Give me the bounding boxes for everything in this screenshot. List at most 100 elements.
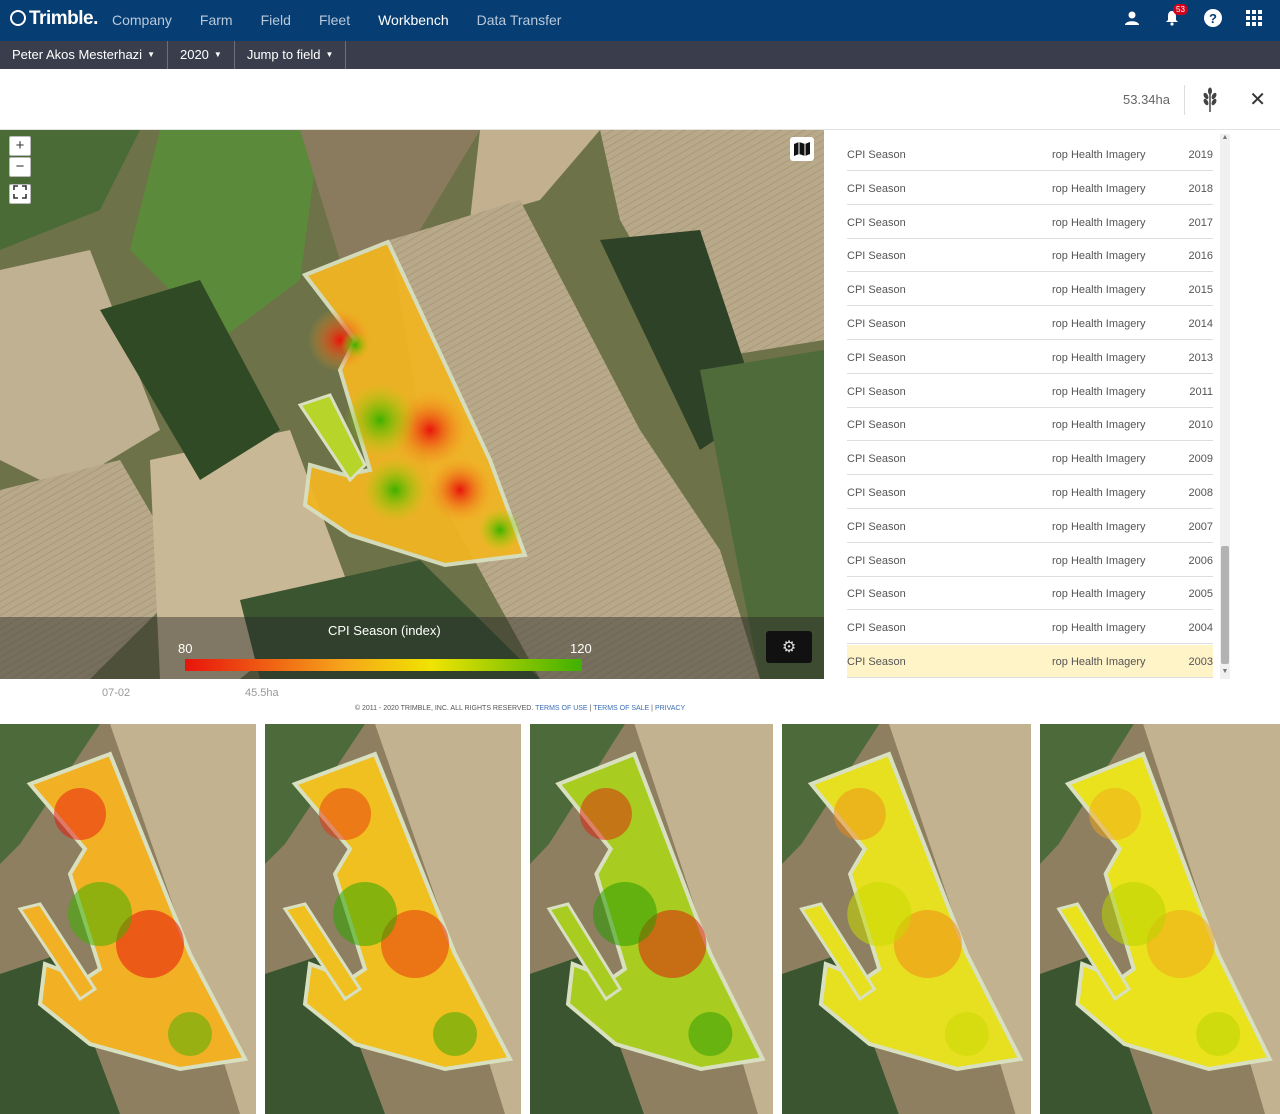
nav-company[interactable]: Company — [112, 0, 172, 41]
layer-year: 2007 — [1188, 520, 1213, 533]
scrollbar[interactable]: ▲ ▼ — [1220, 134, 1230, 679]
map-layers-button[interactable] — [790, 137, 814, 161]
year-dropdown-label: 2020 — [179, 47, 209, 62]
layer-year: 2004 — [1188, 622, 1213, 635]
notification-badge: 53 — [1173, 4, 1188, 15]
terms-of-use-link[interactable]: TERMS OF USE — [535, 705, 588, 712]
layer-type: rop Health Imagery — [1052, 419, 1146, 432]
scroll-up-icon[interactable]: ▲ — [1220, 134, 1230, 144]
nav-field[interactable]: Field — [261, 0, 291, 41]
caret-down-icon: ▼ — [325, 50, 334, 59]
scrollbar-thumb[interactable] — [1221, 546, 1229, 664]
layer-row[interactable]: CPI Season rop Health Imagery 2010 — [847, 408, 1213, 442]
context-bar: Peter Akos Mesterhazi ▼ 2020 ▼ Jump to fie… — [0, 41, 1280, 69]
layer-year: 2010 — [1188, 419, 1213, 432]
zoom-out-button[interactable]: − — [9, 157, 31, 177]
thumbnail-4 — [782, 724, 1031, 1114]
layer-row[interactable]: CPI Season rop Health Imagery 2018 — [847, 172, 1213, 205]
user-dropdown-label: Peter Akos Mesterhazi — [12, 47, 143, 62]
nav-fleet[interactable]: Fleet — [319, 0, 350, 41]
main-nav: Company Farm Field Fleet Workbench Data … — [112, 0, 589, 41]
fullscreen-button[interactable] — [9, 184, 31, 204]
layer-type: rop Health Imagery — [1052, 588, 1146, 601]
zoom-in-button[interactable]: + — [9, 136, 31, 156]
fullscreen-icon — [13, 185, 27, 199]
help-icon[interactable]: ? — [1204, 9, 1222, 32]
layer-name: CPI Season — [847, 250, 906, 263]
svg-text:?: ? — [1209, 11, 1217, 26]
layer-row[interactable]: CPI Season rop Health Imagery 2003 — [847, 645, 1213, 678]
layer-name: CPI Season — [847, 622, 906, 635]
layer-name: CPI Season — [847, 487, 906, 499]
field-area: 53.34ha — [1123, 92, 1170, 107]
layer-row[interactable]: CPI Season rop Health Imagery 2015 — [847, 273, 1213, 307]
layer-year: 2011 — [1189, 385, 1213, 398]
layer-year: 2008 — [1188, 487, 1213, 499]
layer-row[interactable]: CPI Season rop Health Imagery 2013 — [847, 341, 1213, 374]
layer-row[interactable]: CPI Season rop Health Imagery 2004 — [847, 611, 1213, 645]
nav-farm[interactable]: Farm — [200, 0, 233, 41]
caret-down-icon: ▼ — [213, 50, 222, 59]
privacy-link[interactable]: PRIVACY — [655, 705, 685, 712]
partial-row-area: 45.5ha — [245, 687, 279, 699]
scroll-down-icon[interactable]: ▼ — [1220, 668, 1230, 678]
layer-type: rop Health Imagery — [1052, 554, 1146, 567]
user-icon[interactable] — [1124, 10, 1140, 31]
layer-year: 2009 — [1188, 453, 1213, 466]
layer-row[interactable]: CPI Season rop Health Imagery 2019 — [847, 138, 1213, 171]
layer-row[interactable]: CPI Season rop Health Imagery 2016 — [847, 239, 1213, 273]
top-icons: 53 ? — [1100, 0, 1262, 41]
layer-row[interactable]: CPI Season rop Health Imagery 2006 — [847, 544, 1213, 577]
map-view[interactable]: + − CPI Season (index) 80 120 ⚙ — [0, 130, 824, 679]
layer-type: rop Health Imagery — [1052, 487, 1146, 499]
layer-year: 2006 — [1188, 554, 1213, 567]
layer-row[interactable]: CPI Season rop Health Imagery 2005 — [847, 577, 1213, 611]
layer-row[interactable]: CPI Season rop Health Imagery 2007 — [847, 510, 1213, 543]
layer-row[interactable]: CPI Season rop Health Imagery 2011 — [847, 375, 1213, 408]
map-icon — [794, 142, 810, 156]
layer-name: CPI Season — [847, 385, 906, 398]
layer-row[interactable]: CPI Season rop Health Imagery 2008 — [847, 476, 1213, 509]
layer-row[interactable]: CPI Season rop Health Imagery 2009 — [847, 442, 1213, 476]
nav-data-transfer[interactable]: Data Transfer — [477, 0, 562, 41]
layer-name: CPI Season — [847, 588, 906, 601]
layer-type: rop Health Imagery — [1052, 250, 1146, 263]
layer-name: CPI Season — [847, 284, 906, 297]
layer-name: CPI Season — [847, 216, 906, 229]
thumbnail-1 — [0, 724, 256, 1114]
close-icon[interactable]: ✕ — [1249, 87, 1266, 112]
layer-type: rop Health Imagery — [1052, 622, 1146, 635]
legend-gradient — [185, 659, 582, 671]
layer-type: rop Health Imagery — [1052, 453, 1146, 466]
trimble-logo[interactable]: Trimble. — [10, 8, 98, 30]
layer-name: CPI Season — [847, 351, 906, 364]
layer-type: rop Health Imagery — [1052, 318, 1146, 330]
nav-workbench[interactable]: Workbench — [378, 0, 449, 41]
layer-year: 2005 — [1188, 588, 1213, 601]
layer-row[interactable]: CPI Season rop Health Imagery 2014 — [847, 307, 1213, 340]
terms-of-sale-link[interactable]: TERMS OF SALE — [593, 705, 649, 712]
layer-name: CPI Season — [847, 419, 906, 432]
apps-grid-icon[interactable] — [1246, 10, 1262, 31]
layer-type: rop Health Imagery — [1052, 284, 1146, 297]
top-nav-bar: Trimble. Company Farm Field Fleet Workbe… — [0, 0, 1280, 41]
user-dropdown[interactable]: Peter Akos Mesterhazi ▼ — [0, 41, 168, 69]
layer-year: 2003 — [1188, 656, 1213, 668]
layer-name: CPI Season — [847, 149, 906, 161]
layer-name: CPI Season — [847, 520, 906, 533]
globe-icon — [10, 10, 26, 26]
layer-year: 2016 — [1188, 250, 1213, 263]
wheat-crop-icon[interactable] — [1200, 87, 1220, 118]
layer-type: rop Health Imagery — [1052, 656, 1146, 668]
layer-name: CPI Season — [847, 554, 906, 567]
jump-to-field-dropdown[interactable]: Jump to field ▼ — [235, 41, 347, 69]
settings-button[interactable]: ⚙ — [766, 631, 812, 663]
copyright: © 2011 - 2020 TRIMBLE, INC. ALL RIGHTS R… — [354, 705, 534, 712]
partial-row: 07-02 45.5ha — [0, 681, 320, 699]
layer-type: rop Health Imagery — [1052, 520, 1146, 533]
layer-row[interactable]: CPI Season rop Health Imagery 2017 — [847, 206, 1213, 239]
satellite-map — [0, 130, 824, 679]
notifications-icon[interactable]: 53 — [1164, 4, 1188, 31]
year-dropdown[interactable]: 2020 ▼ — [168, 41, 235, 69]
layer-year: 2014 — [1188, 318, 1213, 330]
